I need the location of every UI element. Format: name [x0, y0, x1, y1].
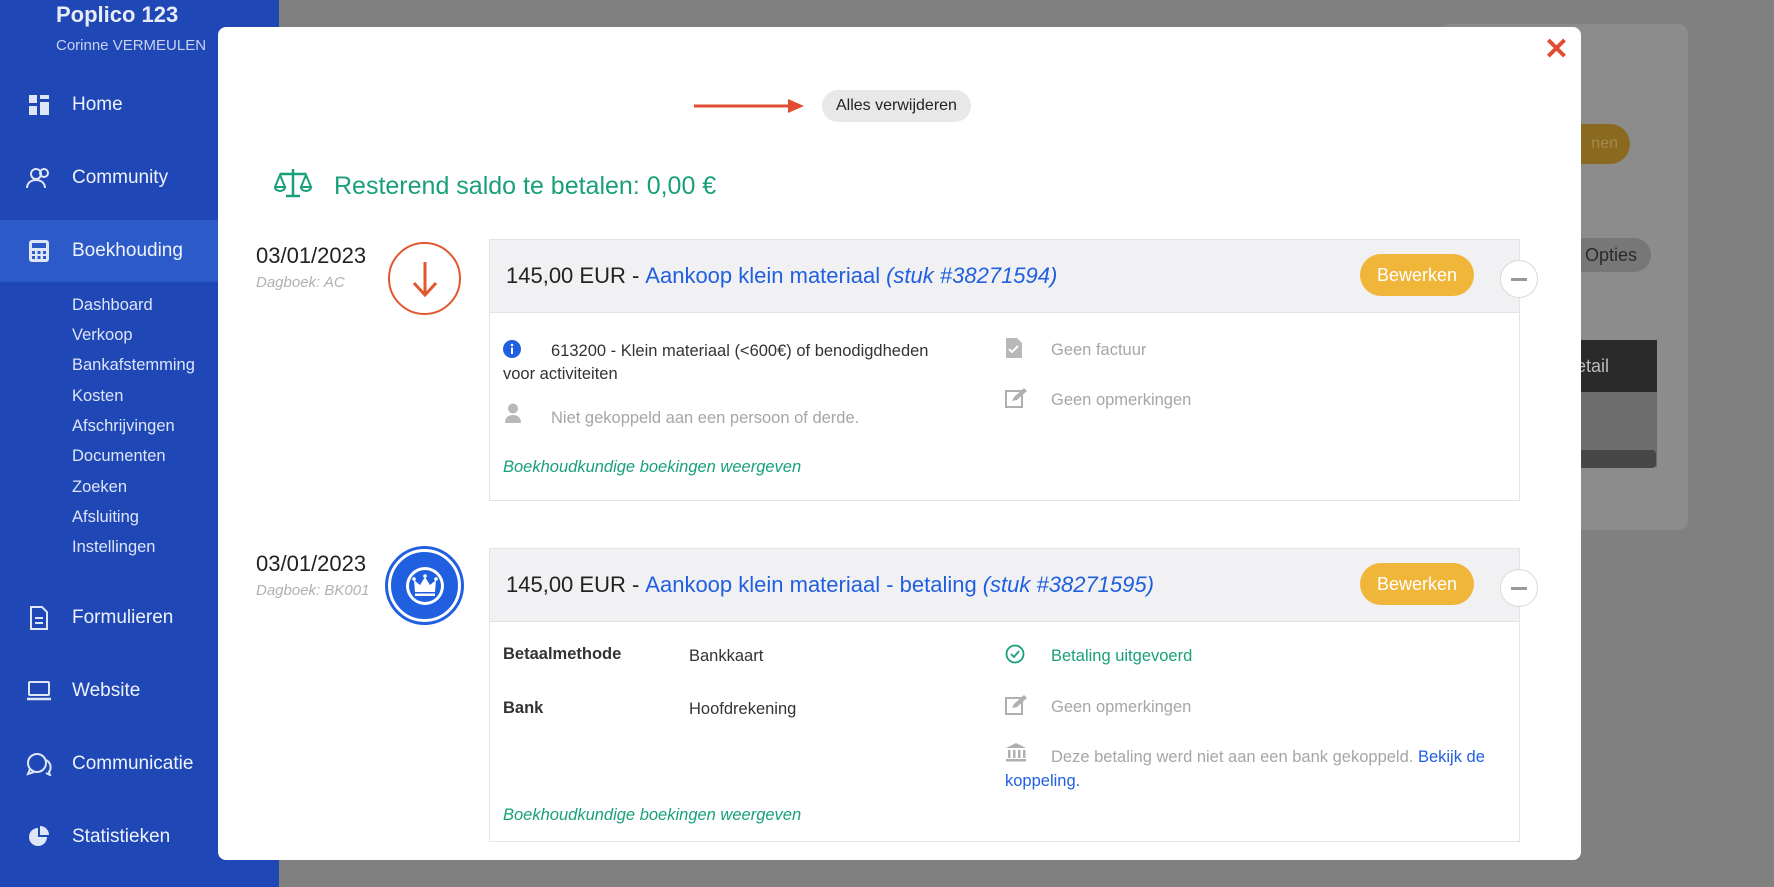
users-icon [26, 165, 52, 191]
collapse-button[interactable] [1500, 260, 1538, 298]
document-icon [26, 605, 52, 631]
nav-label: Communicatie [72, 753, 194, 774]
minus-icon [1511, 586, 1527, 590]
bank-value: Hoofdrekening [689, 700, 797, 718]
entry-title-link[interactable]: Aankoop klein materiaal [645, 263, 880, 289]
laptop-icon [26, 678, 52, 704]
nav-label: Home [72, 94, 123, 115]
entry-card: 145,00 EUR - Aankoop klein materiaal - b… [489, 548, 1538, 842]
bookings-link[interactable]: Boekhoudkundige boekingen weergeven [503, 806, 801, 825]
person-icon [504, 403, 522, 428]
edit-button[interactable]: Bewerken [1359, 563, 1474, 605]
arrow-right-icon [694, 99, 804, 113]
nav-label: Boekhouding [72, 240, 183, 261]
nav-label: Statistieken [72, 826, 171, 847]
entry-piece-link[interactable]: (stuk #38271594) [886, 263, 1057, 289]
edit-note-icon [1005, 388, 1027, 413]
entry-card: 145,00 EUR - Aankoop klein materiaal (st… [489, 239, 1538, 501]
remarks-text: Geen opmerkingen [1051, 698, 1192, 716]
sub-item-verkoop[interactable]: Verkoop [72, 326, 133, 345]
remove-all-button[interactable]: Alles verwijderen [822, 90, 971, 122]
pie-chart-icon [26, 824, 52, 850]
edit-note-icon [1005, 695, 1027, 720]
chat-icon [26, 751, 52, 777]
entry-journal: Dagboek: BK001 [256, 582, 370, 599]
crown-icon [388, 549, 461, 622]
minus-icon [1511, 277, 1527, 281]
check-circle-icon [1005, 644, 1025, 669]
nav-label: Website [72, 680, 141, 701]
bank-note: Deze betaling werd niet aan een bank gek… [1005, 745, 1495, 793]
entry-piece-link[interactable]: (stuk #38271595) [983, 572, 1154, 598]
calculator-icon [26, 238, 52, 264]
entry-date: 03/01/2023 [256, 551, 367, 576]
modal-dialog: ✕ Alles verwijderen Resterend saldo te b… [218, 27, 1581, 860]
org-name[interactable]: Poplico 123 [56, 2, 178, 28]
bank-label: Bank [503, 699, 544, 717]
entry-date: 03/01/2023 [256, 243, 367, 268]
nav-label: Community [72, 167, 169, 188]
entry-journal: Dagboek: AC [256, 274, 345, 291]
balance-text: Resterend saldo te betalen: 0,00 € [334, 172, 717, 200]
user-name[interactable]: Corinne VERMEULEN [56, 37, 206, 54]
collapse-button[interactable] [1500, 569, 1538, 607]
sub-item-afsluiting[interactable]: Afsluiting [72, 508, 139, 527]
arrow-down-icon [388, 242, 461, 315]
account-text: 613200 - Klein materiaal (<600€) of beno… [503, 342, 929, 383]
payment-method-label: Betaalmethode [503, 645, 622, 663]
balance-header: Resterend saldo te betalen: 0,00 € [273, 167, 717, 206]
edit-button[interactable]: Bewerken [1359, 254, 1474, 296]
bookings-link[interactable]: Boekhoudkundige boekingen weergeven [503, 458, 801, 477]
bank-note-text: Deze betaling werd niet aan een bank gek… [1051, 748, 1414, 766]
sub-item-kosten[interactable]: Kosten [72, 387, 123, 406]
sub-item-zoeken[interactable]: Zoeken [72, 478, 127, 497]
scale-icon [273, 167, 313, 206]
invoice-icon [1005, 337, 1023, 364]
sub-item-bankafstemming[interactable]: Bankafstemming [72, 356, 195, 375]
sub-item-documenten[interactable]: Documenten [72, 447, 166, 466]
dashboard-icon [26, 92, 52, 118]
entry-amount: 145,00 EUR - [506, 263, 640, 288]
sub-item-afschrijvingen[interactable]: Afschrijvingen [72, 417, 175, 436]
close-icon[interactable]: ✕ [1544, 35, 1569, 65]
entry-title-link[interactable]: Aankoop klein materiaal - betaling [645, 572, 976, 598]
sub-item-dashboard[interactable]: Dashboard [72, 296, 153, 315]
nav-label: Formulieren [72, 607, 174, 628]
bank-note-end: . [1075, 772, 1081, 790]
payment-status: Betaling uitgevoerd [1051, 647, 1193, 665]
remarks-text: Geen opmerkingen [1051, 391, 1192, 409]
sub-item-instellingen[interactable]: Instellingen [72, 538, 155, 557]
payment-method-value: Bankkaart [689, 647, 764, 665]
entry-amount: 145,00 EUR - [506, 572, 640, 597]
invoice-text: Geen factuur [1051, 341, 1147, 359]
person-text: Niet gekoppeld aan een persoon of derde. [551, 409, 860, 427]
